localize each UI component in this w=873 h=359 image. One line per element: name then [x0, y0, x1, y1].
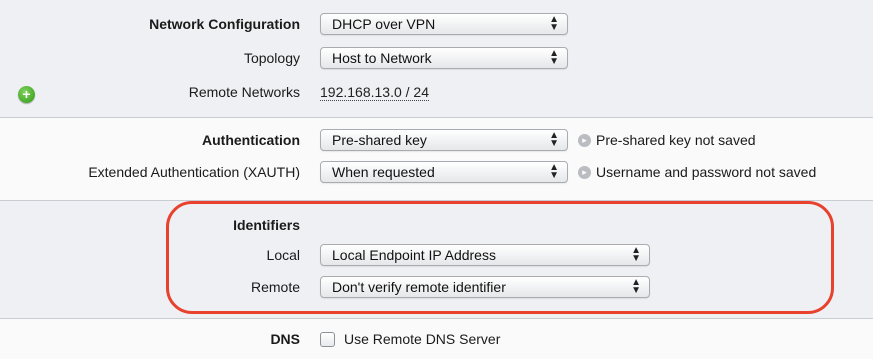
network-configuration-select[interactable]: DHCP over VPN ▲ ▼: [320, 13, 568, 35]
arrow-circle-icon[interactable]: ▸: [578, 166, 591, 179]
authentication-value: Pre-shared key: [332, 132, 427, 148]
dns-section: DNS Use Remote DNS Server: [0, 319, 873, 359]
xauth-note: ▸ Username and password not saved: [578, 164, 816, 180]
use-remote-dns-label[interactable]: Use Remote DNS Server: [344, 331, 500, 347]
authentication-select[interactable]: Pre-shared key ▲ ▼: [320, 129, 568, 151]
remote-identifier-value: Don't verify remote identifier: [332, 279, 506, 295]
local-identifier-value: Local Endpoint IP Address: [332, 247, 496, 263]
dns-row: DNS Use Remote DNS Server: [0, 327, 873, 353]
updown-arrows-icon: ▲ ▼: [549, 14, 559, 33]
topology-value: Host to Network: [332, 50, 432, 66]
xauth-note-text: Username and password not saved: [596, 164, 817, 180]
network-section: Network Configuration DHCP over VPN ▲ ▼ T…: [0, 0, 873, 118]
remote-networks-row: Remote Networks 192.168.13.0 / 24: [0, 80, 873, 106]
xauth-label: Extended Authentication (XAUTH): [88, 164, 300, 180]
authentication-label: Authentication: [202, 132, 300, 148]
authentication-note-text: Pre-shared key not saved: [596, 132, 756, 148]
use-remote-dns-checkbox[interactable]: [320, 332, 335, 347]
updown-arrows-icon: ▲ ▼: [549, 130, 559, 149]
remote-identifier-row: Remote Don't verify remote identifier ▲ ▼: [0, 275, 873, 301]
authentication-row: Authentication Pre-shared key ▲ ▼ ▸ Pre-s…: [0, 128, 873, 154]
updown-arrows-icon: ▲ ▼: [631, 277, 641, 296]
arrow-circle-icon[interactable]: ▸: [578, 134, 591, 147]
xauth-value: When requested: [332, 164, 435, 180]
local-identifier-row: Local Local Endpoint IP Address ▲ ▼: [0, 243, 873, 269]
network-configuration-value: DHCP over VPN: [332, 16, 436, 32]
network-configuration-label: Network Configuration: [149, 16, 300, 32]
authentication-note: ▸ Pre-shared key not saved: [578, 132, 756, 148]
updown-arrows-icon: ▲ ▼: [549, 162, 559, 181]
remote-identifier-select[interactable]: Don't verify remote identifier ▲ ▼: [320, 276, 650, 298]
xauth-row: Extended Authentication (XAUTH) When req…: [0, 160, 873, 186]
identifiers-section: Identifiers Local Local Endpoint IP Addr…: [0, 201, 873, 319]
topology-label: Topology: [243, 50, 300, 66]
identifiers-heading: Identifiers: [233, 217, 300, 233]
updown-arrows-icon: ▲ ▼: [631, 245, 641, 264]
network-configuration-row: Network Configuration DHCP over VPN ▲ ▼: [0, 12, 873, 38]
remote-networks-label: Remote Networks: [188, 84, 300, 100]
topology-select[interactable]: Host to Network ▲ ▼: [320, 47, 568, 69]
identifiers-heading-row: Identifiers: [0, 213, 873, 239]
xauth-select[interactable]: When requested ▲ ▼: [320, 161, 568, 183]
remote-networks-value[interactable]: 192.168.13.0 / 24: [320, 84, 429, 101]
local-identifier-select[interactable]: Local Endpoint IP Address ▲ ▼: [320, 244, 650, 266]
authentication-section: Authentication Pre-shared key ▲ ▼ ▸ Pre-s…: [0, 118, 873, 201]
local-identifier-label: Local: [266, 247, 300, 263]
topology-row: Topology Host to Network ▲ ▼: [0, 46, 873, 72]
dns-label: DNS: [270, 331, 300, 347]
updown-arrows-icon: ▲ ▼: [549, 48, 559, 67]
remote-identifier-label: Remote: [250, 279, 300, 295]
